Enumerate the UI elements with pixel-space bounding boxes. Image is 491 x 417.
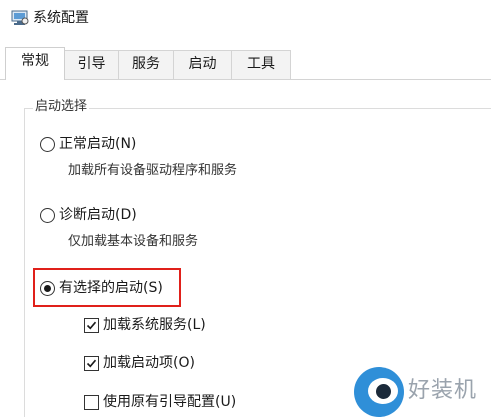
selective-startup-radio[interactable]	[40, 280, 55, 296]
load-system-services-checkbox[interactable]	[84, 317, 99, 333]
tab-startup[interactable]: 启动	[173, 50, 232, 79]
normal-startup-description: 加载所有设备驱动程序和服务	[68, 163, 238, 178]
watermark-eye-icon	[354, 367, 404, 417]
diagnostic-startup-description: 仅加载基本设备和服务	[68, 234, 199, 249]
load-startup-items-label: 加载启动项(O)	[103, 355, 195, 371]
normal-startup-label: 正常启动(N)	[59, 136, 137, 152]
tab-strip: 常规 引导 服务 启动 工具	[0, 47, 491, 80]
load-system-services-option[interactable]: 加载系统服务(L)	[84, 316, 206, 334]
normal-startup-radio[interactable]	[40, 136, 55, 152]
load-startup-items-checkbox[interactable]	[84, 355, 99, 371]
startup-selection-legend: 启动选择	[33, 99, 90, 115]
use-original-boot-config-checkbox[interactable]	[84, 394, 99, 410]
tab-divider	[0, 79, 491, 80]
selective-startup-label: 有选择的启动(S)	[59, 280, 163, 296]
selective-startup-option[interactable]: 有选择的启动(S)	[40, 279, 163, 297]
watermark-text: 好装机	[408, 378, 478, 403]
tab-boot[interactable]: 引导	[64, 50, 119, 79]
diagnostic-startup-radio[interactable]	[40, 207, 55, 223]
diagnostic-startup-label: 诊断启动(D)	[59, 207, 137, 223]
system-config-icon	[11, 10, 29, 26]
normal-startup-option[interactable]: 正常启动(N)	[40, 135, 136, 153]
use-original-boot-config-label: 使用原有引导配置(U)	[103, 394, 237, 410]
window-title: 系统配置	[33, 10, 89, 26]
load-system-services-label: 加载系统服务(L)	[103, 317, 206, 333]
watermark-logo: 好装机	[350, 367, 491, 417]
diagnostic-startup-option[interactable]: 诊断启动(D)	[40, 206, 137, 224]
load-startup-items-option[interactable]: 加载启动项(O)	[84, 354, 195, 372]
use-original-boot-config-option[interactable]: 使用原有引导配置(U)	[84, 393, 236, 411]
tab-tools[interactable]: 工具	[231, 50, 291, 79]
tab-services[interactable]: 服务	[118, 50, 174, 79]
tab-general[interactable]: 常规	[5, 47, 65, 80]
title-bar: 系统配置	[0, 0, 491, 38]
system-configuration-window: 系统配置 常规 引导 服务 启动 工具 启动选择 正常启动(N) 加载所有设备驱…	[0, 0, 491, 417]
